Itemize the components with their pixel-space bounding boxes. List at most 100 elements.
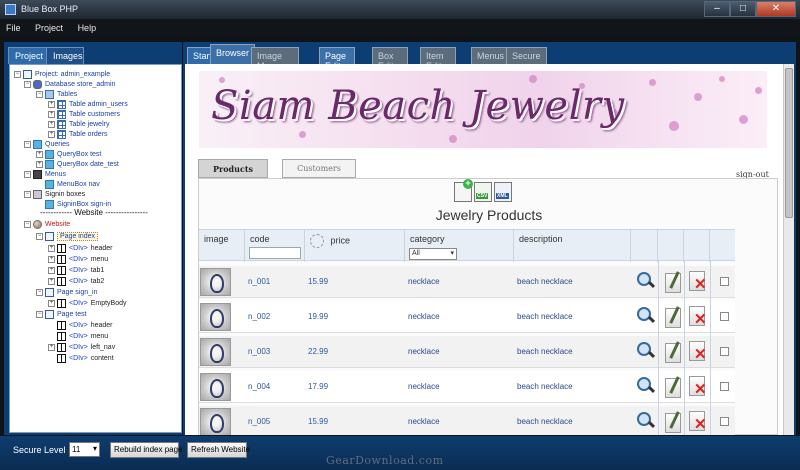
- edit-icon[interactable]: [662, 270, 684, 294]
- maximize-button[interactable]: □: [730, 1, 756, 17]
- minimize-button[interactable]: –: [704, 1, 730, 17]
- collapse-icon[interactable]: −: [36, 289, 43, 296]
- delete-icon[interactable]: [687, 410, 709, 434]
- collapse-icon[interactable]: −: [36, 91, 43, 98]
- tree-node-page[interactable]: − Page index: [36, 231, 99, 242]
- product-thumbnail[interactable]: [200, 303, 231, 331]
- product-thumbnail[interactable]: [200, 338, 231, 366]
- row-checkbox[interactable]: [720, 277, 729, 286]
- collapse-icon[interactable]: −: [24, 191, 31, 198]
- xml-icon[interactable]: XML: [494, 182, 512, 202]
- collapse-icon[interactable]: −: [24, 141, 31, 148]
- table-row[interactable]: n_002 19.99 necklace beach necklace: [199, 301, 735, 333]
- secure-level-select[interactable]: 11: [69, 442, 100, 457]
- expand-icon[interactable]: +: [48, 256, 55, 263]
- expand-icon[interactable]: +: [48, 267, 55, 274]
- tree-node-div[interactable]: <DIv> header: [57, 320, 112, 331]
- column-label[interactable]: category: [410, 234, 445, 244]
- expand-icon[interactable]: +: [48, 344, 55, 351]
- row-checkbox[interactable]: [720, 382, 729, 391]
- edit-icon[interactable]: [662, 410, 684, 434]
- collapse-icon[interactable]: −: [36, 233, 43, 240]
- expand-icon[interactable]: +: [36, 151, 43, 158]
- view-icon[interactable]: [635, 410, 657, 434]
- expand-icon[interactable]: +: [48, 121, 55, 128]
- tree-node-div[interactable]: <DIv> content: [57, 353, 114, 364]
- collapse-icon[interactable]: −: [36, 311, 43, 318]
- tree-node-div[interactable]: + <DIv> tab1: [48, 265, 104, 276]
- tree-node-page[interactable]: − Page test: [36, 309, 87, 320]
- product-thumbnail[interactable]: [200, 408, 231, 435]
- close-button[interactable]: ✕: [756, 1, 796, 17]
- row-checkbox[interactable]: [720, 417, 729, 426]
- tab-box-editor[interactable]: Box Editor: [372, 47, 408, 71]
- sort-icon[interactable]: [310, 234, 324, 248]
- column-label[interactable]: code: [250, 234, 270, 244]
- category-filter-select[interactable]: All: [409, 248, 457, 260]
- column-header-delete: [684, 230, 710, 262]
- tree-node-label: Website: [45, 221, 71, 228]
- tab-page-editor[interactable]: Page Editor: [319, 47, 355, 71]
- tree-node-page[interactable]: − Page sign_in: [36, 287, 97, 298]
- collapse-icon[interactable]: −: [24, 221, 31, 228]
- collapse-icon[interactable]: −: [24, 171, 31, 178]
- menu-help[interactable]: Help: [72, 19, 103, 37]
- tab-item-editor[interactable]: Item Editor: [420, 47, 456, 71]
- expand-icon[interactable]: +: [48, 101, 55, 108]
- collapse-icon[interactable]: −: [24, 81, 31, 88]
- scrollbar-thumb[interactable]: [785, 68, 793, 218]
- rebuild-index-button[interactable]: Rebuild index page: [110, 442, 183, 458]
- column-label[interactable]: price: [331, 235, 351, 245]
- edit-icon[interactable]: [662, 305, 684, 329]
- vertical-scrollbar[interactable]: [783, 64, 794, 435]
- blossom: [719, 76, 725, 82]
- tab-products[interactable]: Products: [198, 159, 268, 178]
- delete-icon[interactable]: [687, 375, 709, 399]
- tree-node-div[interactable]: + <DIv> EmptyBody: [48, 298, 126, 309]
- add-icon[interactable]: +: [454, 179, 473, 202]
- expand-icon[interactable]: +: [48, 245, 55, 252]
- tab-secure[interactable]: Secure: [506, 47, 547, 64]
- tab-project[interactable]: Project: [8, 47, 51, 64]
- row-checkbox[interactable]: [720, 312, 729, 321]
- delete-icon[interactable]: [687, 305, 709, 329]
- table-row[interactable]: n_003 22.99 necklace beach necklace: [199, 336, 735, 368]
- tab-customers[interactable]: Customers: [282, 159, 356, 178]
- tab-menus[interactable]: Menus: [471, 47, 511, 64]
- view-icon[interactable]: [635, 305, 657, 329]
- product-thumbnail[interactable]: [200, 268, 231, 296]
- row-checkbox[interactable]: [720, 347, 729, 356]
- collapse-icon[interactable]: −: [14, 71, 21, 78]
- refresh-website-button[interactable]: Refresh Website: [187, 442, 250, 458]
- tree-node-div[interactable]: + <DIv> tab2: [48, 276, 104, 287]
- menu-file[interactable]: File: [0, 19, 27, 37]
- expand-icon[interactable]: +: [48, 131, 55, 138]
- table-row[interactable]: n_004 17.99 necklace beach necklace: [199, 371, 735, 403]
- expand-icon[interactable]: +: [48, 278, 55, 285]
- tree-node-website[interactable]: − Website: [24, 219, 70, 230]
- csv-icon[interactable]: CSV: [474, 182, 492, 202]
- tab-browser[interactable]: Browser: [210, 44, 256, 64]
- view-icon[interactable]: [635, 270, 657, 294]
- expand-icon[interactable]: +: [48, 300, 55, 307]
- code-filter-input[interactable]: [249, 247, 301, 259]
- tree-node-div[interactable]: + <DIv> menu: [48, 254, 108, 265]
- table-row[interactable]: n_001 15.99 necklace beach necklace: [199, 266, 735, 298]
- product-thumbnail[interactable]: [200, 373, 231, 401]
- table-row[interactable]: n_005 15.99 necklace beach necklace: [199, 406, 735, 435]
- view-icon[interactable]: [635, 340, 657, 364]
- edit-icon[interactable]: [662, 340, 684, 364]
- tree-node-div[interactable]: <DIv> menu: [57, 331, 108, 342]
- tree-node-div[interactable]: + <DIv> left_nav: [48, 342, 115, 353]
- view-icon[interactable]: [635, 375, 657, 399]
- edit-icon[interactable]: [662, 375, 684, 399]
- expand-icon[interactable]: +: [48, 111, 55, 118]
- delete-icon[interactable]: [687, 270, 709, 294]
- tree-node-div[interactable]: + <DIv> header: [48, 243, 112, 254]
- expand-icon[interactable]: +: [36, 161, 43, 168]
- menu-project[interactable]: Project: [29, 19, 69, 37]
- column-label[interactable]: description: [519, 234, 563, 244]
- delete-icon[interactable]: [687, 340, 709, 364]
- tab-images[interactable]: Images: [46, 47, 84, 64]
- tab-image-manager[interactable]: Image Manager: [251, 47, 299, 71]
